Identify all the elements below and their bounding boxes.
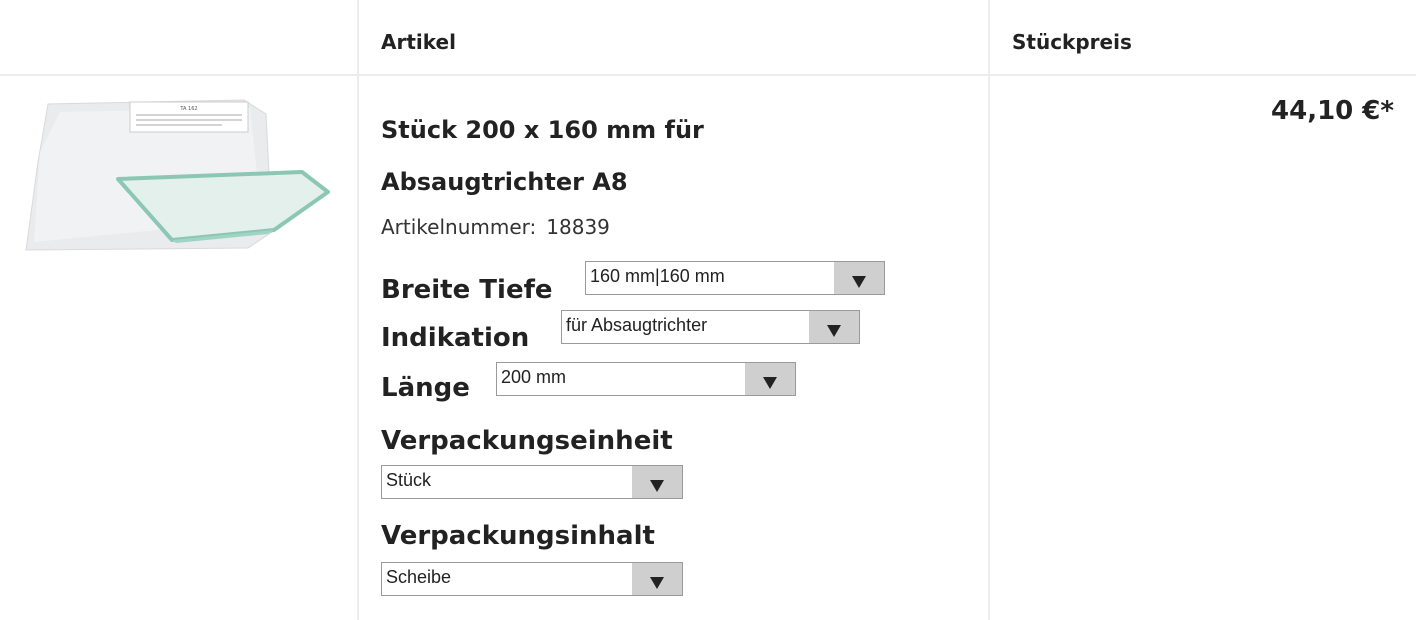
select-verpackungsinhalt[interactable]: Scheibe (381, 562, 683, 596)
header-divider (0, 74, 1416, 76)
option-label-breite-tiefe: Breite Tiefe (381, 275, 553, 305)
header-article: Artikel (381, 30, 456, 54)
option-label-verpackungsinhalt: Verpackungsinhalt (381, 521, 655, 551)
column-divider (357, 0, 359, 620)
product-image-label-text: TA 162 (179, 106, 197, 112)
select-breite-tiefe[interactable]: 160 mm|160 mm (585, 261, 885, 295)
select-laenge[interactable]: 200 mm (496, 362, 796, 396)
article-number-value: 18839 (546, 215, 610, 239)
product-title[interactable]: Stück 200 x 160 mm für Absaugtrichter A8 (381, 104, 801, 208)
chevron-down-icon (809, 311, 859, 343)
select-indikation[interactable]: für Absaugtrichter (561, 310, 860, 344)
option-label-verpackungseinheit: Verpackungseinheit (381, 426, 673, 456)
select-indikation-value: für Absaugtrichter (566, 315, 708, 335)
option-label-laenge: Länge (381, 373, 470, 403)
chevron-down-icon (632, 466, 682, 498)
chevron-down-icon (632, 563, 682, 595)
product-image[interactable]: TA 162 (22, 92, 342, 257)
option-label-indikation: Indikation (381, 323, 530, 353)
chevron-down-icon (834, 262, 884, 294)
select-verpackungseinheit-value: Stück (386, 470, 432, 490)
unit-price: 44,10 €* (1271, 96, 1394, 126)
select-laenge-value: 200 mm (501, 367, 567, 387)
article-number-row: Artikelnummer: 18839 (381, 215, 610, 239)
header-unit-price: Stückpreis (1012, 30, 1132, 54)
select-verpackungsinhalt-value: Scheibe (386, 567, 452, 587)
select-verpackungseinheit[interactable]: Stück (381, 465, 683, 499)
select-breite-tiefe-value: 160 mm|160 mm (590, 266, 725, 286)
article-number-label: Artikelnummer: (381, 215, 537, 239)
column-divider (988, 0, 990, 620)
cart-table: Artikel Stückpreis TA 162 Stück 200 x 16… (0, 0, 1416, 620)
chevron-down-icon (745, 363, 795, 395)
